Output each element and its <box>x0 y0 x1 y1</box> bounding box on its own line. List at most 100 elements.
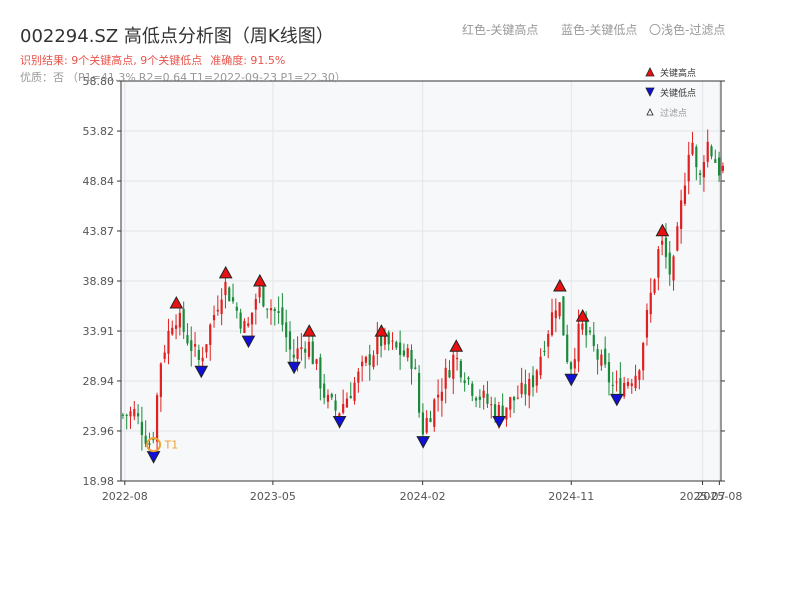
legend-high-icon <box>645 67 655 77</box>
chart: 18.98 23.96 28.94 33.91 38.89 43.87 48.84 53.82… <box>83 67 743 503</box>
x-tick-label: 2023-05 <box>250 490 296 503</box>
candle-body <box>547 333 550 347</box>
candle-body <box>247 323 250 326</box>
candle-body <box>163 352 166 359</box>
candle-body <box>243 320 246 333</box>
result-line: 识别结果: 9个关键高点, 9个关键低点 准确度: 91.5% <box>20 52 293 68</box>
candle-body <box>395 342 398 348</box>
candle-body <box>220 299 223 314</box>
candle-body <box>326 394 330 402</box>
candle-body <box>596 349 599 360</box>
candle-body <box>452 354 455 379</box>
y-tick-label: 23.96 <box>83 425 115 438</box>
candle-body <box>539 356 542 376</box>
candle <box>433 398 436 432</box>
candle-body <box>148 443 151 446</box>
candle-body <box>414 367 417 369</box>
candle-body <box>391 340 394 342</box>
candle-body <box>611 384 614 386</box>
x-tick-label: 2024-02 <box>400 490 446 503</box>
candle-body <box>167 330 170 354</box>
candle <box>562 296 565 336</box>
y-tick-label: 53.82 <box>83 125 115 138</box>
legend-high-label: 关键高点 <box>660 67 696 79</box>
candle-body <box>269 308 273 311</box>
candle-body <box>482 390 485 398</box>
candle-body <box>687 154 690 182</box>
candle-body <box>455 357 459 360</box>
candle-body <box>387 332 390 345</box>
y-tick-label: 43.87 <box>83 225 115 238</box>
candle-body <box>448 370 451 378</box>
candle-body <box>304 348 307 353</box>
candle-body <box>695 146 698 168</box>
candle-body <box>174 325 178 329</box>
candle-body <box>212 315 216 321</box>
candle-body <box>402 350 406 356</box>
candle-body <box>190 340 193 351</box>
candle-body <box>642 343 645 371</box>
candle-body <box>193 344 197 347</box>
candle-body <box>531 375 535 388</box>
quality-line: 优质：否 （P1=41.3% R2=0.64 T1=2022-09-23 P1=22.… <box>20 69 349 85</box>
y-tick-label: 18.98 <box>83 475 115 488</box>
candle-body <box>657 249 660 278</box>
candle-body <box>159 363 162 398</box>
candle-body <box>512 396 516 401</box>
candle-body <box>281 307 284 325</box>
candle-body <box>433 399 436 427</box>
candle-body <box>497 405 500 417</box>
candle <box>418 365 421 418</box>
candle-body <box>254 299 257 310</box>
y-tick-label: 33.91 <box>83 325 115 338</box>
y-tick-label: 38.89 <box>83 275 115 288</box>
candle-body <box>592 334 595 347</box>
legend-filtered-label: 过滤点 <box>660 107 687 119</box>
y-tick-label: 28.94 <box>83 375 115 388</box>
candle-body <box>372 355 375 367</box>
candle-body <box>588 330 592 333</box>
candle-body <box>467 377 470 380</box>
candle-body <box>231 297 235 302</box>
candle-body <box>338 413 341 417</box>
candle-body <box>421 412 424 435</box>
candle-body <box>171 327 174 335</box>
candle-body <box>600 354 603 366</box>
candle-body <box>136 413 140 417</box>
candle-body <box>634 375 637 389</box>
candle-body <box>224 281 227 296</box>
candle-body <box>505 407 508 420</box>
candle-body <box>361 361 364 367</box>
candle-body <box>296 348 299 359</box>
candle-body <box>425 417 428 433</box>
candle-body <box>228 287 231 302</box>
quality-part: 优质：否 <box>20 71 64 84</box>
candle-body <box>543 350 546 353</box>
candle-body <box>615 381 618 383</box>
candle-body <box>474 397 478 401</box>
candle-body <box>300 347 303 350</box>
candle-body <box>604 348 607 365</box>
candle-body <box>201 357 204 362</box>
candle-body <box>668 252 671 275</box>
legend-light-label: 〇浅色-过滤点 <box>649 23 726 37</box>
quality-part: R2=0.64 <box>138 71 188 84</box>
candle-body <box>676 226 679 251</box>
candle-body <box>550 312 554 336</box>
candle-body <box>661 240 664 245</box>
candle-body <box>368 354 371 366</box>
candle-body <box>125 414 128 416</box>
candle-body <box>619 378 622 396</box>
candle-body <box>155 395 159 442</box>
candle-body <box>516 397 519 399</box>
candle-body <box>626 381 630 386</box>
quality-part: T1=2022-09-23 P1=22.30） <box>190 71 346 84</box>
candle-body <box>702 162 706 178</box>
candle-body <box>607 362 611 383</box>
candle-body <box>311 341 314 365</box>
candle-body <box>307 341 311 357</box>
candle-body <box>129 411 132 417</box>
candle-body <box>699 173 702 175</box>
candle-body <box>520 382 523 395</box>
candle-body <box>429 418 432 423</box>
